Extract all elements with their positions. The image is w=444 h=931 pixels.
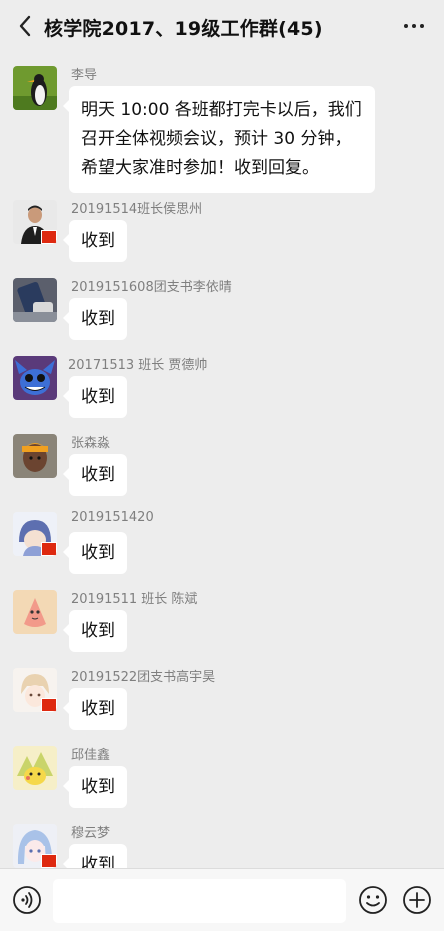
- chat-title: 核学院2017、19级工作群(45): [44, 18, 323, 40]
- message-bubble[interactable]: 收到: [63, 844, 127, 868]
- chat-header: 核学院2017、19级工作群(45): [0, 0, 444, 52]
- sender-name: 2019151608团支书李依晴: [71, 280, 232, 295]
- input-bar: [0, 868, 444, 931]
- message-bubble[interactable]: 收到: [63, 376, 127, 418]
- flag-icon: [41, 698, 57, 712]
- message-bubble[interactable]: 收到: [63, 688, 127, 730]
- chevron-left-icon[interactable]: [12, 12, 40, 40]
- avatar[interactable]: [13, 278, 57, 322]
- sender-name: 20171513 班长 贾德帅: [68, 358, 208, 373]
- flag-icon: [41, 542, 57, 556]
- avatar[interactable]: [13, 200, 57, 244]
- sender-name: 张森淼: [71, 436, 111, 451]
- plus-icon[interactable]: [402, 885, 432, 915]
- avatar[interactable]: [13, 668, 57, 712]
- sender-name: 穆云梦: [71, 826, 111, 841]
- message-list[interactable]: 李导 明天 10:00 各班都打完卡以后，我们召开全体视频会议，预计 30 分钟…: [0, 52, 444, 868]
- message-input[interactable]: [53, 879, 346, 923]
- avatar[interactable]: [13, 356, 57, 400]
- avatar[interactable]: [13, 434, 57, 478]
- message-bubble[interactable]: 收到: [63, 220, 127, 262]
- avatar[interactable]: [13, 66, 57, 110]
- message-bubble[interactable]: 收到: [63, 766, 127, 808]
- sender-name: 李导: [71, 68, 98, 83]
- sender-name: 20191511 班长 陈斌: [71, 592, 198, 607]
- avatar[interactable]: [13, 746, 57, 790]
- message-bubble[interactable]: 收到: [63, 532, 127, 574]
- flag-icon: [41, 230, 57, 244]
- sender-name: 2019151420: [71, 510, 154, 525]
- more-dots-icon[interactable]: [400, 12, 428, 40]
- flag-icon: [41, 854, 57, 868]
- message-bubble[interactable]: 收到: [63, 454, 127, 496]
- sender-name: 邱佳鑫: [71, 748, 111, 763]
- avatar[interactable]: [13, 512, 57, 556]
- sender-name: 20191522团支书高宇昊: [71, 670, 216, 685]
- avatar[interactable]: [13, 824, 57, 868]
- message-bubble[interactable]: 明天 10:00 各班都打完卡以后，我们召开全体视频会议，预计 30 分钟，希望…: [63, 86, 375, 193]
- avatar[interactable]: [13, 590, 57, 634]
- sender-name: 20191514班长侯思州: [71, 202, 203, 217]
- message-bubble[interactable]: 收到: [63, 610, 127, 652]
- message-bubble[interactable]: 收到: [63, 298, 127, 340]
- voice-icon[interactable]: [12, 885, 42, 915]
- emoji-icon[interactable]: [358, 885, 388, 915]
